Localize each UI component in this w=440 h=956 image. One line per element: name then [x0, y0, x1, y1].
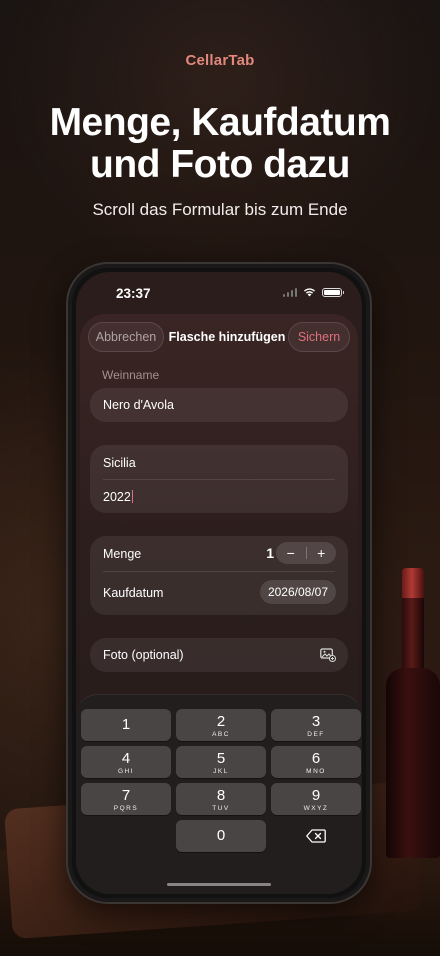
key-7[interactable]: 7 PQRS: [81, 783, 171, 815]
origin-card: Sicilia 2022: [90, 445, 348, 513]
brand-name: CellarTab: [185, 52, 255, 69]
quantity-stepper: − +: [276, 542, 336, 564]
phone-frame: 23:37 Abbrechen Flasche hinzufügen Siche…: [66, 262, 372, 904]
divider: [103, 479, 335, 480]
sheet-navbar: Abbrechen Flasche hinzufügen Sichern: [88, 322, 350, 352]
phone-screen: 23:37 Abbrechen Flasche hinzufügen Siche…: [76, 272, 362, 894]
headline: Menge, Kaufdatum und Foto dazu: [0, 102, 440, 186]
photo-row[interactable]: Foto (optional): [90, 638, 348, 672]
background-wine-bottle: [386, 568, 440, 858]
status-bar: 23:37: [76, 272, 362, 312]
cellular-signal-icon: [282, 287, 297, 297]
text-cursor: [131, 490, 134, 503]
wifi-icon: [304, 288, 315, 297]
wine-name-label: Weinname: [102, 368, 160, 382]
headline-line-2: und Foto dazu: [90, 143, 350, 186]
vintage-field[interactable]: 2022: [103, 490, 134, 504]
key-5[interactable]: 5 JKL: [176, 746, 266, 778]
key-4[interactable]: 4 GHI: [81, 746, 171, 778]
backspace-icon: [306, 829, 326, 843]
quantity-label: Menge: [103, 547, 142, 561]
key-2[interactable]: 2 ABC: [176, 709, 266, 741]
wine-name-field[interactable]: Nero d'Avola: [90, 388, 348, 422]
key-8[interactable]: 8 TUV: [176, 783, 266, 815]
save-button[interactable]: Sichern: [288, 322, 350, 352]
key-9[interactable]: 9 WXYZ: [271, 783, 361, 815]
purchase-date-label: Kaufdatum: [103, 586, 164, 600]
vintage-value: 2022: [103, 490, 131, 504]
region-field[interactable]: Sicilia: [103, 456, 136, 470]
delete-key[interactable]: [271, 820, 361, 852]
status-icons: [282, 287, 344, 297]
decrement-button[interactable]: −: [276, 542, 306, 564]
purchase-date-picker[interactable]: 2026/08/07: [259, 580, 336, 604]
home-indicator: [167, 882, 271, 886]
key-6[interactable]: 6 MNO: [271, 746, 361, 778]
quantity-value: 1: [266, 545, 274, 561]
key-3[interactable]: 3 DEF: [271, 709, 361, 741]
battery-icon: [322, 287, 344, 297]
cancel-button[interactable]: Abbrechen: [88, 322, 164, 352]
headline-line-1: Menge, Kaufdatum: [49, 101, 391, 144]
subheadline: Scroll das Formular bis zum Ende: [92, 200, 348, 219]
wine-name-value: Nero d'Avola: [103, 398, 174, 412]
increment-button[interactable]: +: [307, 542, 337, 564]
photo-label: Foto (optional): [103, 648, 184, 662]
numeric-keypad: 1 2 ABC 3 DEF 4 GHI 5 JKL 6 MNO 7 PQRS 8 TUV 9W…: [76, 694, 362, 894]
key-0[interactable]: 0: [176, 820, 266, 852]
add-photo-icon: [320, 648, 336, 662]
quantity-card: Menge 1 − + Kaufdatum 2026/08/07: [90, 536, 348, 615]
status-time: 23:37: [116, 286, 151, 301]
sheet-title: Flasche hinzufügen: [168, 330, 286, 344]
divider: [103, 571, 335, 572]
key-1[interactable]: 1: [81, 709, 171, 741]
